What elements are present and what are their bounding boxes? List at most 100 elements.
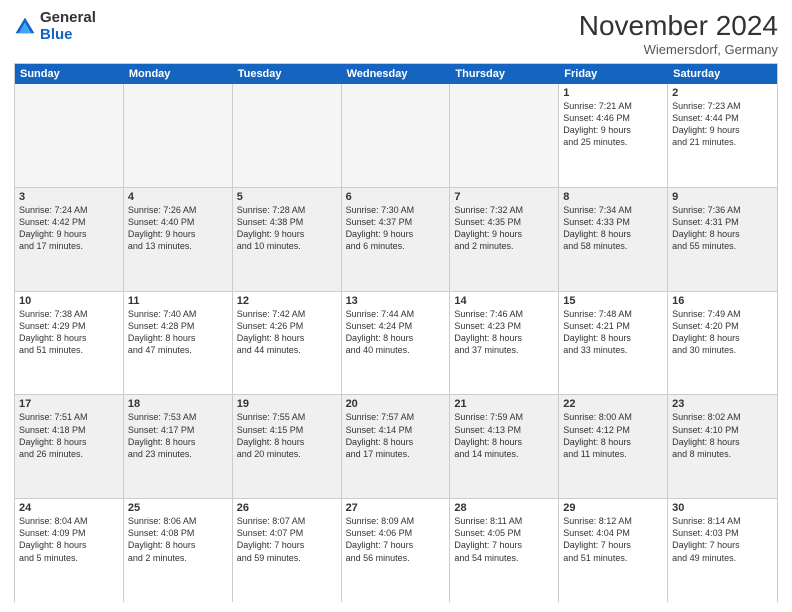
calendar-cell: 16Sunrise: 7:49 AM Sunset: 4:20 PM Dayli… xyxy=(668,292,777,395)
calendar-cell: 15Sunrise: 7:48 AM Sunset: 4:21 PM Dayli… xyxy=(559,292,668,395)
calendar-cell: 17Sunrise: 7:51 AM Sunset: 4:18 PM Dayli… xyxy=(15,395,124,498)
day-info: Sunrise: 7:38 AM Sunset: 4:29 PM Dayligh… xyxy=(19,308,119,357)
day-number: 10 xyxy=(19,295,119,307)
day-number: 23 xyxy=(672,398,773,410)
day-info: Sunrise: 7:53 AM Sunset: 4:17 PM Dayligh… xyxy=(128,411,228,460)
day-number: 1 xyxy=(563,87,663,99)
calendar-cell xyxy=(124,84,233,187)
day-number: 4 xyxy=(128,191,228,203)
day-number: 17 xyxy=(19,398,119,410)
day-info: Sunrise: 8:07 AM Sunset: 4:07 PM Dayligh… xyxy=(237,515,337,564)
day-number: 26 xyxy=(237,502,337,514)
calendar-cell: 5Sunrise: 7:28 AM Sunset: 4:38 PM Daylig… xyxy=(233,188,342,291)
day-info: Sunrise: 7:28 AM Sunset: 4:38 PM Dayligh… xyxy=(237,204,337,253)
weekday-header: Monday xyxy=(124,64,233,84)
header: General Blue November 2024 Wiemersdorf, … xyxy=(14,10,778,57)
calendar-cell: 10Sunrise: 7:38 AM Sunset: 4:29 PM Dayli… xyxy=(15,292,124,395)
calendar-cell: 14Sunrise: 7:46 AM Sunset: 4:23 PM Dayli… xyxy=(450,292,559,395)
calendar-cell: 4Sunrise: 7:26 AM Sunset: 4:40 PM Daylig… xyxy=(124,188,233,291)
calendar-cell: 2Sunrise: 7:23 AM Sunset: 4:44 PM Daylig… xyxy=(668,84,777,187)
calendar-cell: 8Sunrise: 7:34 AM Sunset: 4:33 PM Daylig… xyxy=(559,188,668,291)
day-info: Sunrise: 8:11 AM Sunset: 4:05 PM Dayligh… xyxy=(454,515,554,564)
calendar-cell: 20Sunrise: 7:57 AM Sunset: 4:14 PM Dayli… xyxy=(342,395,451,498)
calendar-header: SundayMondayTuesdayWednesdayThursdayFrid… xyxy=(15,64,777,84)
day-info: Sunrise: 8:02 AM Sunset: 4:10 PM Dayligh… xyxy=(672,411,773,460)
day-info: Sunrise: 7:21 AM Sunset: 4:46 PM Dayligh… xyxy=(563,100,663,149)
day-info: Sunrise: 8:04 AM Sunset: 4:09 PM Dayligh… xyxy=(19,515,119,564)
weekday-header: Saturday xyxy=(668,64,777,84)
calendar-cell: 6Sunrise: 7:30 AM Sunset: 4:37 PM Daylig… xyxy=(342,188,451,291)
day-number: 7 xyxy=(454,191,554,203)
calendar-cell: 12Sunrise: 7:42 AM Sunset: 4:26 PM Dayli… xyxy=(233,292,342,395)
calendar-cell: 11Sunrise: 7:40 AM Sunset: 4:28 PM Dayli… xyxy=(124,292,233,395)
calendar-cell: 29Sunrise: 8:12 AM Sunset: 4:04 PM Dayli… xyxy=(559,499,668,602)
calendar-cell: 24Sunrise: 8:04 AM Sunset: 4:09 PM Dayli… xyxy=(15,499,124,602)
day-number: 12 xyxy=(237,295,337,307)
calendar-cell: 13Sunrise: 7:44 AM Sunset: 4:24 PM Dayli… xyxy=(342,292,451,395)
calendar-cell xyxy=(233,84,342,187)
day-number: 24 xyxy=(19,502,119,514)
logo-general-text: General xyxy=(40,10,96,27)
day-info: Sunrise: 8:06 AM Sunset: 4:08 PM Dayligh… xyxy=(128,515,228,564)
weekday-header: Sunday xyxy=(15,64,124,84)
calendar-cell: 22Sunrise: 8:00 AM Sunset: 4:12 PM Dayli… xyxy=(559,395,668,498)
day-number: 29 xyxy=(563,502,663,514)
day-number: 9 xyxy=(672,191,773,203)
calendar-cell: 21Sunrise: 7:59 AM Sunset: 4:13 PM Dayli… xyxy=(450,395,559,498)
day-number: 27 xyxy=(346,502,446,514)
day-number: 14 xyxy=(454,295,554,307)
day-info: Sunrise: 7:26 AM Sunset: 4:40 PM Dayligh… xyxy=(128,204,228,253)
day-number: 3 xyxy=(19,191,119,203)
day-number: 8 xyxy=(563,191,663,203)
calendar-cell xyxy=(450,84,559,187)
day-info: Sunrise: 8:00 AM Sunset: 4:12 PM Dayligh… xyxy=(563,411,663,460)
day-info: Sunrise: 7:42 AM Sunset: 4:26 PM Dayligh… xyxy=(237,308,337,357)
page: General Blue November 2024 Wiemersdorf, … xyxy=(0,0,792,612)
calendar-cell xyxy=(342,84,451,187)
day-info: Sunrise: 7:55 AM Sunset: 4:15 PM Dayligh… xyxy=(237,411,337,460)
calendar-cell: 30Sunrise: 8:14 AM Sunset: 4:03 PM Dayli… xyxy=(668,499,777,602)
day-info: Sunrise: 7:51 AM Sunset: 4:18 PM Dayligh… xyxy=(19,411,119,460)
day-info: Sunrise: 8:09 AM Sunset: 4:06 PM Dayligh… xyxy=(346,515,446,564)
day-number: 13 xyxy=(346,295,446,307)
day-info: Sunrise: 7:44 AM Sunset: 4:24 PM Dayligh… xyxy=(346,308,446,357)
day-number: 2 xyxy=(672,87,773,99)
day-number: 25 xyxy=(128,502,228,514)
day-number: 16 xyxy=(672,295,773,307)
month-title: November 2024 xyxy=(579,10,778,42)
logo-icon xyxy=(14,16,36,38)
logo-blue-text: Blue xyxy=(40,27,96,44)
day-info: Sunrise: 7:49 AM Sunset: 4:20 PM Dayligh… xyxy=(672,308,773,357)
weekday-header: Tuesday xyxy=(233,64,342,84)
location: Wiemersdorf, Germany xyxy=(579,42,778,57)
weekday-header: Friday xyxy=(559,64,668,84)
calendar-cell: 18Sunrise: 7:53 AM Sunset: 4:17 PM Dayli… xyxy=(124,395,233,498)
logo-text: General Blue xyxy=(40,10,96,43)
calendar-cell: 9Sunrise: 7:36 AM Sunset: 4:31 PM Daylig… xyxy=(668,188,777,291)
day-number: 30 xyxy=(672,502,773,514)
calendar: SundayMondayTuesdayWednesdayThursdayFrid… xyxy=(14,63,778,602)
calendar-row: 24Sunrise: 8:04 AM Sunset: 4:09 PM Dayli… xyxy=(15,499,777,602)
day-number: 19 xyxy=(237,398,337,410)
logo: General Blue xyxy=(14,10,96,43)
calendar-cell: 7Sunrise: 7:32 AM Sunset: 4:35 PM Daylig… xyxy=(450,188,559,291)
calendar-row: 10Sunrise: 7:38 AM Sunset: 4:29 PM Dayli… xyxy=(15,292,777,396)
calendar-cell: 27Sunrise: 8:09 AM Sunset: 4:06 PM Dayli… xyxy=(342,499,451,602)
calendar-row: 17Sunrise: 7:51 AM Sunset: 4:18 PM Dayli… xyxy=(15,395,777,499)
weekday-header: Thursday xyxy=(450,64,559,84)
calendar-cell: 26Sunrise: 8:07 AM Sunset: 4:07 PM Dayli… xyxy=(233,499,342,602)
day-info: Sunrise: 7:48 AM Sunset: 4:21 PM Dayligh… xyxy=(563,308,663,357)
day-number: 15 xyxy=(563,295,663,307)
day-info: Sunrise: 7:24 AM Sunset: 4:42 PM Dayligh… xyxy=(19,204,119,253)
day-number: 5 xyxy=(237,191,337,203)
day-info: Sunrise: 7:32 AM Sunset: 4:35 PM Dayligh… xyxy=(454,204,554,253)
day-info: Sunrise: 7:23 AM Sunset: 4:44 PM Dayligh… xyxy=(672,100,773,149)
calendar-body: 1Sunrise: 7:21 AM Sunset: 4:46 PM Daylig… xyxy=(15,84,777,602)
day-number: 6 xyxy=(346,191,446,203)
calendar-row: 1Sunrise: 7:21 AM Sunset: 4:46 PM Daylig… xyxy=(15,84,777,188)
day-info: Sunrise: 8:14 AM Sunset: 4:03 PM Dayligh… xyxy=(672,515,773,564)
day-info: Sunrise: 7:59 AM Sunset: 4:13 PM Dayligh… xyxy=(454,411,554,460)
calendar-row: 3Sunrise: 7:24 AM Sunset: 4:42 PM Daylig… xyxy=(15,188,777,292)
calendar-cell: 3Sunrise: 7:24 AM Sunset: 4:42 PM Daylig… xyxy=(15,188,124,291)
calendar-cell: 23Sunrise: 8:02 AM Sunset: 4:10 PM Dayli… xyxy=(668,395,777,498)
